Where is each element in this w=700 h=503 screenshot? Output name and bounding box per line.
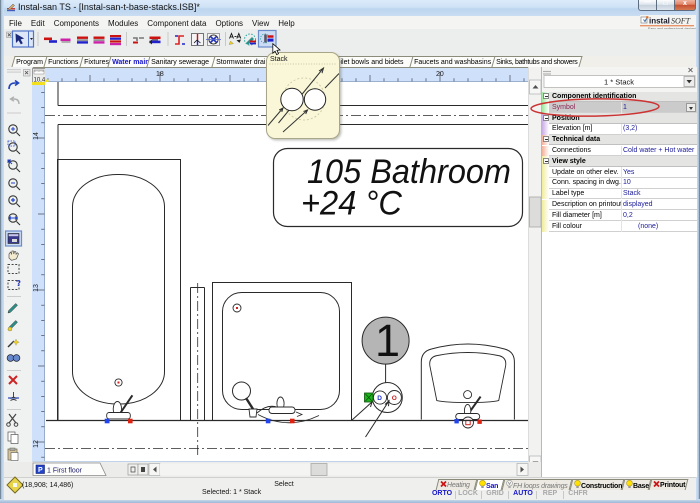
svg-text:18: 18	[156, 71, 164, 78]
svg-text:D: D	[377, 395, 382, 402]
svg-text:1 First floor: 1 First floor	[47, 468, 83, 475]
svg-text:1: 1	[375, 315, 400, 366]
svg-text:12: 12	[33, 440, 40, 448]
svg-text:+24 °C: +24 °C	[301, 185, 402, 223]
svg-text:instal: instal	[649, 17, 670, 26]
svg-text:13: 13	[33, 284, 40, 292]
svg-text:Stack: Stack	[270, 56, 288, 63]
svg-text:O: O	[392, 395, 397, 402]
svg-text:SOFT: SOFT	[671, 17, 691, 26]
svg-text:20: 20	[436, 71, 444, 78]
svg-text:?: ?	[16, 279, 21, 288]
svg-text:P: P	[38, 467, 43, 474]
svg-text:1 * Stack: 1 * Stack	[604, 78, 634, 87]
svg-text:14: 14	[33, 132, 40, 140]
